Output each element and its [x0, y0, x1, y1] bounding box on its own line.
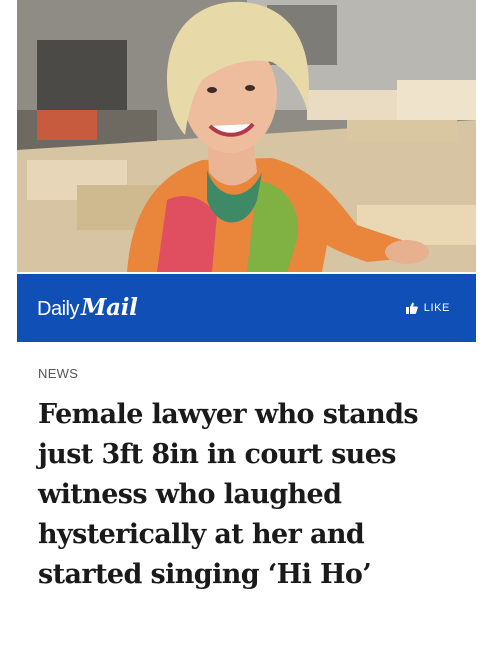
like-button[interactable]: LIKE [405, 299, 450, 317]
like-label: LIKE [423, 302, 450, 314]
photo-illustration [17, 0, 476, 272]
logo-word-mail: Mail [80, 294, 138, 321]
brand-bar: DailyMail LIKE [17, 274, 476, 342]
daily-mail-logo[interactable]: DailyMail [37, 294, 138, 324]
logo-word-daily: Daily [37, 298, 79, 320]
section-label[interactable]: NEWS [38, 366, 78, 381]
article-headline[interactable]: Female lawyer who stands just 3ft 8in in… [38, 395, 458, 595]
article-photo[interactable] [17, 0, 476, 272]
article-card[interactable]: DailyMail LIKE NEWS Female lawyer who st… [17, 0, 476, 657]
thumbs-up-icon [405, 302, 418, 314]
